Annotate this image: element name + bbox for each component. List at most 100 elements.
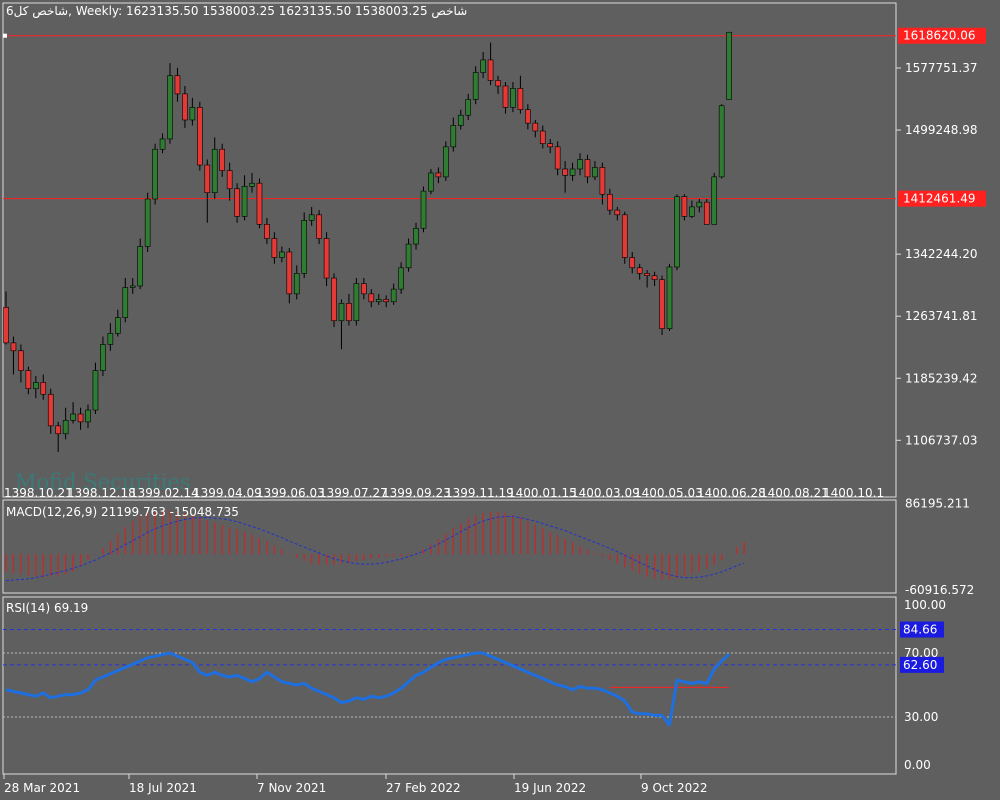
candle-body	[428, 172, 434, 192]
candle-body	[316, 214, 322, 239]
candle-body	[569, 168, 576, 176]
candle-body	[293, 273, 300, 295]
candle-body	[703, 201, 710, 225]
candle-body	[40, 382, 47, 395]
candle-body	[502, 85, 509, 108]
candle-body	[234, 188, 240, 217]
rsi-tick-label: 70.00	[904, 646, 938, 660]
macd-tick-label: -60916.572	[905, 583, 974, 597]
candle-body	[361, 283, 367, 295]
macd-signal-line	[5, 515, 745, 582]
candle-body	[62, 420, 69, 435]
candle-body	[465, 99, 472, 116]
candle-body	[517, 88, 524, 111]
candle-body	[495, 80, 501, 87]
candle-body	[599, 167, 606, 195]
date-label: 1400.10.1	[823, 486, 884, 500]
date-label: 1399.04.09	[193, 486, 262, 500]
x-tick-label: 18 Jul 2021	[129, 781, 197, 795]
date-label: 1399.06.03	[256, 486, 325, 500]
candle-body	[689, 206, 695, 217]
candle-body	[346, 303, 352, 322]
candle-body	[286, 251, 293, 295]
candle-body	[338, 303, 345, 322]
rsi-line	[5, 651, 731, 727]
chart-canvas: Mofid Securities 1618620.061412461.49157…	[2, 2, 986, 795]
candle-body	[577, 159, 583, 170]
candle-body	[3, 307, 9, 344]
candle-body	[129, 285, 136, 288]
price-label: 1618620.06	[903, 29, 976, 43]
candle-body	[353, 283, 360, 322]
candle-body	[92, 370, 99, 411]
date-label: 1399.09.23	[382, 486, 451, 500]
y-tick-label: 1263741.81	[905, 309, 978, 323]
candle-body	[368, 293, 375, 303]
candle-body	[331, 277, 337, 322]
candle-body	[443, 146, 449, 178]
candle-body	[405, 243, 412, 269]
price-label: 1412461.49	[903, 192, 976, 206]
x-tick-label: 7 Nov 2021	[257, 781, 326, 795]
x-tick-label: 9 Oct 2022	[641, 781, 708, 795]
candle-body	[219, 148, 225, 171]
y-tick-label: 1342244.20	[905, 247, 978, 261]
candle-body	[85, 409, 91, 423]
candle-body	[249, 182, 255, 187]
rsi-label: RSI(14) 69.19	[6, 601, 89, 615]
candle-body	[197, 107, 203, 166]
candle-body	[226, 170, 233, 190]
candle-body	[18, 350, 24, 371]
rsi-series	[3, 629, 896, 727]
candle-body	[204, 164, 211, 193]
candle-body	[182, 93, 188, 121]
candle-body	[383, 299, 390, 303]
candle-body	[174, 75, 181, 95]
candle-body	[256, 182, 263, 225]
date-label: 1400.06.28	[697, 486, 766, 500]
rsi-level-label: 84.66	[903, 623, 937, 637]
rsi-panel-frame	[2, 596, 897, 775]
candle-body	[472, 72, 479, 100]
candle-body	[159, 138, 166, 150]
date-label: 1400.01.15	[508, 486, 577, 500]
main-panel-frame	[2, 2, 897, 498]
rsi-tick-label: 30.00	[904, 710, 938, 724]
x-tick-label: 27 Feb 2022	[386, 781, 461, 795]
candle-body	[55, 425, 61, 435]
candle-body	[308, 214, 315, 221]
candle-body	[47, 393, 54, 427]
candle-body	[525, 109, 531, 124]
candle-body	[718, 105, 725, 178]
y-tick-label: 1106737.03	[905, 433, 978, 447]
candle-body	[100, 344, 106, 371]
level-anchor-marker	[3, 33, 7, 38]
candle-body	[189, 107, 196, 121]
x-tick-label: 19 Jun 2022	[514, 781, 586, 795]
candle-body	[607, 193, 613, 211]
candle-body	[584, 159, 591, 178]
candle-body	[614, 209, 621, 216]
y-tick-label: 1185239.42	[905, 371, 978, 385]
candle-body	[264, 224, 270, 239]
date-label: 1398.10.21	[4, 486, 73, 500]
date-label: 1398.12.18	[67, 486, 136, 500]
candle-body	[539, 130, 546, 144]
candle-body	[659, 279, 665, 329]
candle-body	[144, 198, 151, 247]
candle-body	[152, 148, 158, 200]
candle-body	[562, 168, 568, 176]
candle-body	[435, 172, 442, 178]
candle-body	[398, 267, 404, 290]
candle-body	[532, 122, 539, 132]
candle-body	[487, 59, 494, 81]
candle-body	[420, 190, 427, 229]
candle-body	[33, 382, 39, 390]
candle-body	[323, 238, 330, 279]
candle-body	[629, 257, 636, 269]
macd-tick-label: 86195.211	[905, 496, 970, 510]
date-label: 1400.08.21	[760, 486, 829, 500]
candle-body	[592, 167, 598, 178]
candle-body	[77, 413, 84, 423]
candle-body	[70, 413, 76, 421]
